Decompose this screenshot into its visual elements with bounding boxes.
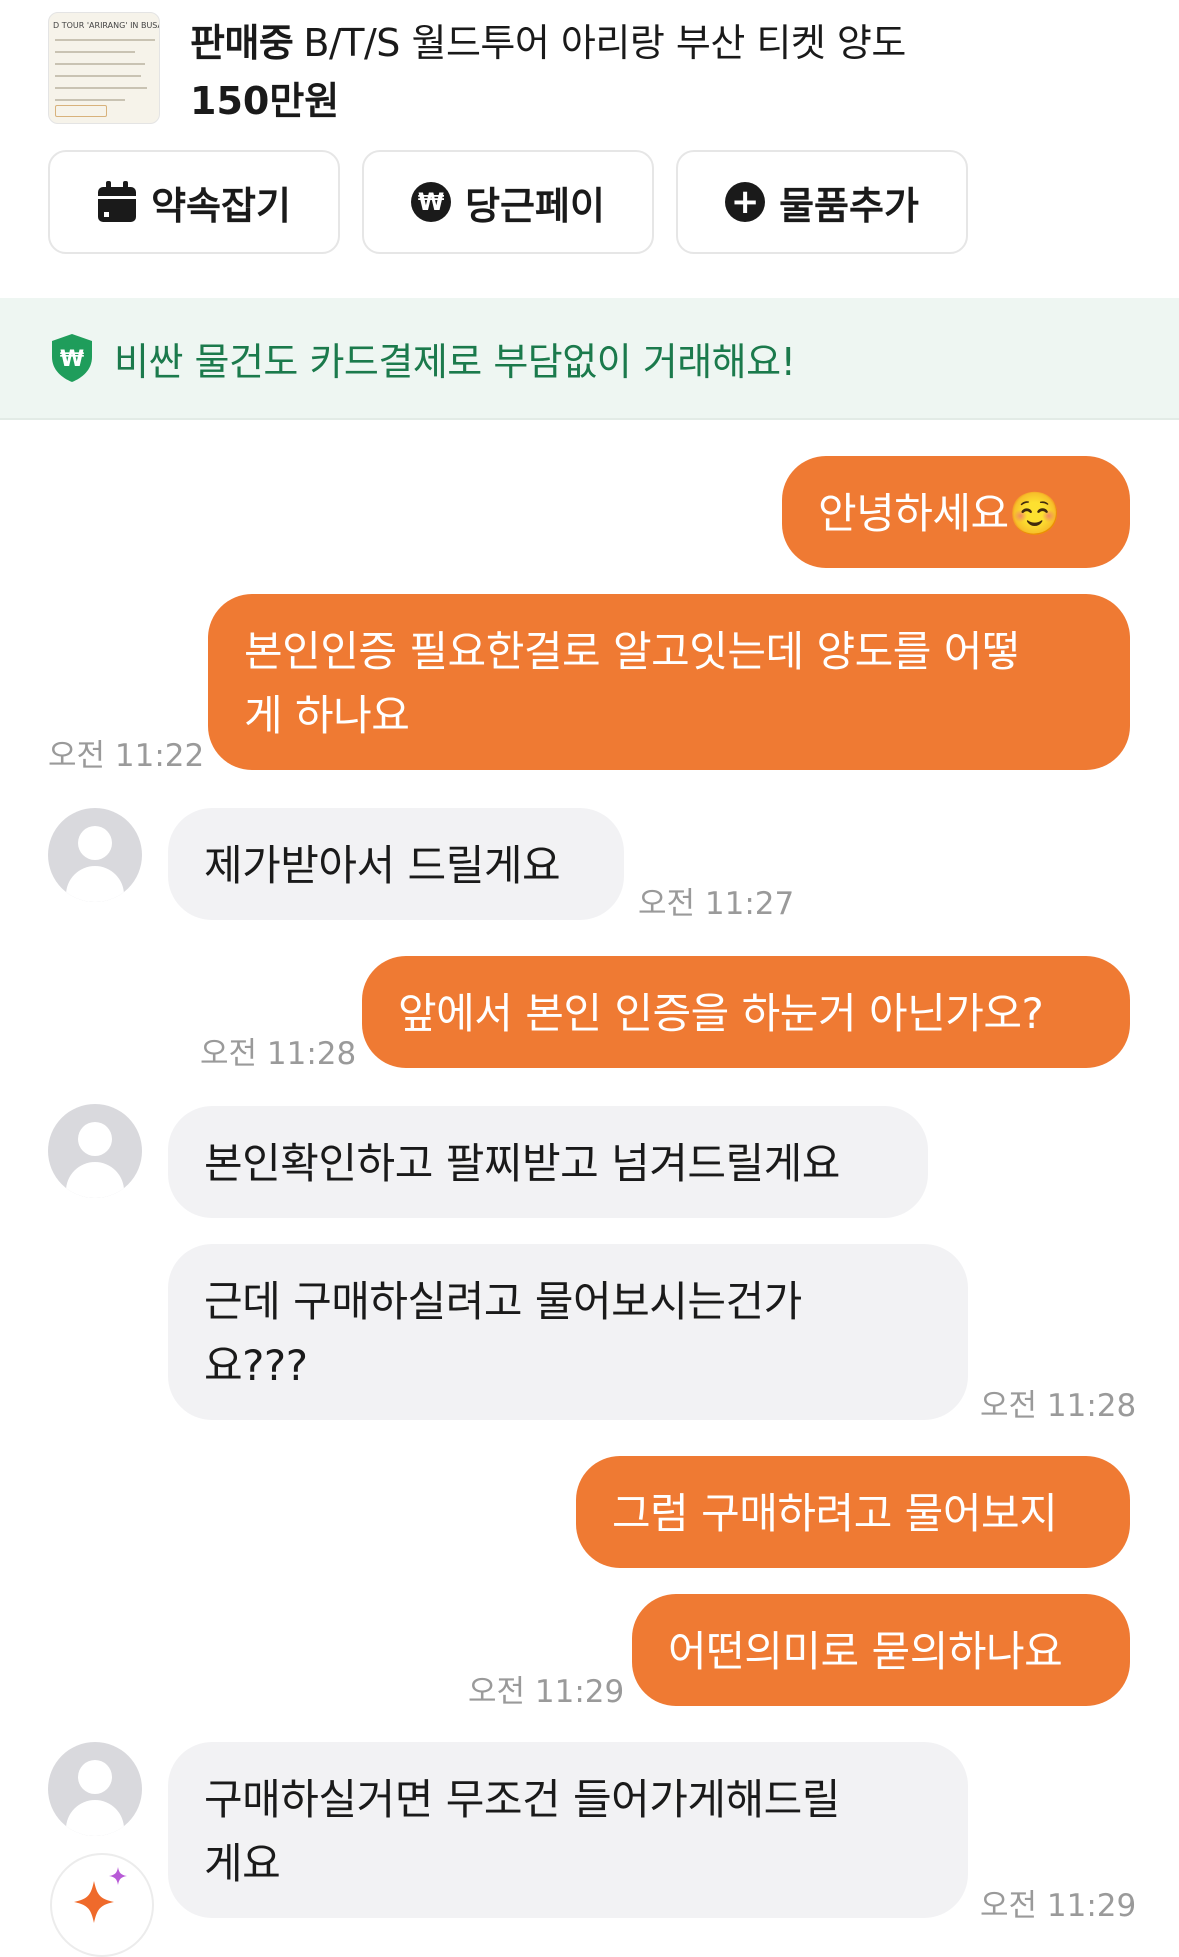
- message-time: 오전 11:29: [980, 1888, 1137, 1924]
- svg-text:₩: ₩: [60, 347, 84, 372]
- message-bubble[interactable]: 어떤의미로 묻의하나요: [632, 1594, 1130, 1706]
- message-bubble[interactable]: 본인인증 필요한걸로 알고잇는데 양도를 어떻 게 하나요: [208, 594, 1130, 770]
- message-bubble[interactable]: 제가받아서 드릴게요: [168, 808, 624, 920]
- message-bubble[interactable]: 앞에서 본인 인증을 하눈거 아닌가오?: [362, 956, 1130, 1068]
- message-bubble[interactable]: 본인확인하고 팔찌받고 넘겨드릴게요: [168, 1106, 928, 1218]
- message-text: 어떤의미로 묻의하나요: [668, 1627, 1063, 1676]
- add-item-button[interactable]: + 물품추가: [676, 150, 968, 254]
- avatar[interactable]: [48, 808, 142, 902]
- message-bubble[interactable]: 근데 구매하실려고 물어보시는건가 요???: [168, 1244, 968, 1420]
- ai-assist-button[interactable]: [50, 1853, 154, 1957]
- message-text: 앞에서 본인 인증을 하눈거 아닌가오?: [398, 989, 1044, 1038]
- thumbnail-heading: D TOUR 'ARIRANG' IN BUSA: [53, 21, 160, 30]
- message-line: 구매하실거면 무조건 들어가게해드릴: [204, 1775, 840, 1824]
- message-line: 게 하나요: [244, 691, 410, 740]
- karrot-pay-label: 당근페이: [465, 183, 605, 228]
- won-pay-icon: ₩: [411, 182, 452, 222]
- message-line: 본인인증 필요한걸로 알고잇는데 양도를 어떻: [244, 627, 1021, 676]
- message-time: 오전 11:27: [638, 886, 795, 922]
- message-text: 제가받아서 드릴게요: [204, 841, 561, 890]
- message-time: 오전 11:28: [980, 1388, 1137, 1424]
- card-payment-banner[interactable]: ₩ 비싼 물건도 카드결제로 부담없이 거래해요!: [0, 298, 1179, 420]
- product-price: 150만원: [190, 79, 340, 123]
- message-time: 오전 11:28: [200, 1036, 357, 1072]
- message-bubble[interactable]: 안녕하세요☺️: [782, 456, 1130, 568]
- schedule-button[interactable]: 약속잡기: [48, 150, 340, 254]
- smiling-face-emoji: ☺️: [1008, 489, 1061, 538]
- message-bubble[interactable]: 구매하실거면 무조건 들어가게해드릴 게요: [168, 1742, 968, 1918]
- karrot-pay-button[interactable]: ₩ 당근페이: [362, 150, 654, 254]
- sale-status: 판매중: [190, 21, 294, 65]
- message-text: 본인확인하고 팔찌받고 넘겨드릴게요: [204, 1139, 840, 1188]
- message-line: 게요: [204, 1839, 281, 1888]
- message-line: 근데 구매하실려고 물어보시는건가: [204, 1277, 802, 1326]
- calendar-icon: [98, 181, 137, 222]
- shield-won-icon: ₩: [52, 334, 92, 382]
- sparkle-icon: [74, 1867, 127, 1923]
- message-time: 오전 11:29: [468, 1674, 625, 1710]
- message-line: 요???: [204, 1341, 308, 1390]
- message-text: 그럼 구매하려고 물어보지: [612, 1489, 1058, 1538]
- avatar[interactable]: [48, 1742, 142, 1836]
- product-thumbnail[interactable]: D TOUR 'ARIRANG' IN BUSA: [48, 12, 160, 124]
- message-text: 안녕하세요: [818, 489, 1009, 538]
- plus-circle-icon: +: [725, 182, 766, 222]
- banner-text: 비싼 물건도 카드결제로 부담없이 거래해요!: [114, 339, 796, 384]
- product-title[interactable]: 판매중 B/T/S 월드투어 아리랑 부산 티켓 양도: [190, 12, 906, 67]
- avatar[interactable]: [48, 1104, 142, 1198]
- schedule-label: 약속잡기: [151, 183, 291, 228]
- message-time: 오전 11:22: [48, 738, 205, 774]
- message-bubble[interactable]: 그럼 구매하려고 물어보지: [576, 1456, 1130, 1568]
- add-item-label: 물품추가: [779, 183, 919, 228]
- product-name: B/T/S 월드투어 아리랑 부산 티켓 양도: [303, 21, 906, 65]
